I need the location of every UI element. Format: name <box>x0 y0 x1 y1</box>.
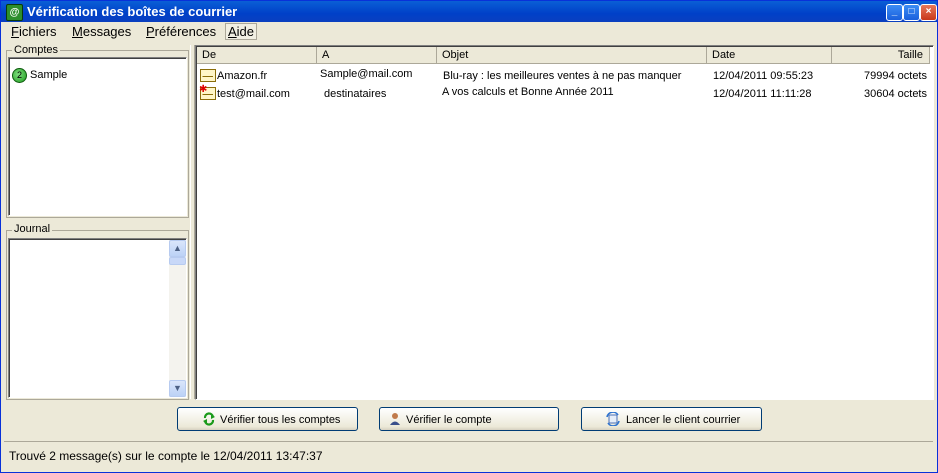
message-size: 30604 octets <box>864 88 927 100</box>
account-name: Sample <box>30 69 68 81</box>
launch-mail-client-button[interactable]: Lancer le client courrier <box>581 407 762 431</box>
column-header-to[interactable]: A <box>317 47 437 64</box>
menu-fichiers[interactable]: Fichiers <box>9 24 59 39</box>
menu-bar: Fichiers Messages Préférences Aide <box>1 22 937 42</box>
message-to: destinataires <box>324 88 387 100</box>
status-text: Trouvé 2 message(s) sur le compte le 12/… <box>9 449 323 463</box>
account-status-icon: 2 <box>12 68 27 83</box>
message-row[interactable]: Amazon.fr Sample@mail.com Blu-ray : les … <box>196 68 931 85</box>
status-bar: Trouvé 2 message(s) sur le compte le 12/… <box>4 441 933 470</box>
menu-messages[interactable]: Messages <box>70 24 133 39</box>
envelope-icon <box>200 69 216 82</box>
minimize-button[interactable]: _ <box>886 4 903 21</box>
column-header-subject[interactable]: Objet <box>437 47 707 64</box>
main-window: @ Vérification des boîtes de courrier _ … <box>0 0 938 473</box>
scroll-thumb[interactable] <box>169 257 186 265</box>
message-from: test@mail.com <box>217 88 290 100</box>
maximize-button[interactable]: □ <box>903 4 920 21</box>
check-account-button[interactable]: Vérifier le compte <box>379 407 559 431</box>
column-header-from[interactable]: De <box>197 47 317 64</box>
scroll-up-icon[interactable]: ▲ <box>169 240 186 257</box>
close-button[interactable]: × <box>920 4 937 21</box>
check-account-label: Vérifier le compte <box>406 414 492 426</box>
message-to: Sample@mail.com <box>320 68 413 80</box>
check-all-accounts-button[interactable]: Vérifier tous les comptes <box>177 407 358 431</box>
journal-log[interactable] <box>8 238 187 398</box>
column-header-date[interactable]: Date <box>707 47 832 64</box>
message-row[interactable]: ✱ test@mail.com destinataires A vos calc… <box>196 85 931 103</box>
message-list[interactable]: De A Objet Date Taille Amazon.fr Sample@… <box>195 45 934 400</box>
message-subject: A vos calculs et Bonne Année 2011 <box>442 86 614 98</box>
user-icon <box>390 413 400 425</box>
message-from: Amazon.fr <box>217 70 268 82</box>
message-size: 79994 octets <box>864 70 927 82</box>
accounts-panel-title: Comptes <box>12 44 61 56</box>
message-subject: Blu-ray : les meilleures ventes à ne pas… <box>443 70 682 82</box>
menu-aide[interactable]: Aide <box>225 23 258 40</box>
title-bar[interactable]: @ Vérification des boîtes de courrier _ … <box>1 1 937 22</box>
check-all-accounts-label: Vérifier tous les comptes <box>220 414 341 426</box>
app-icon: @ <box>6 4 23 21</box>
scroll-down-icon[interactable]: ▼ <box>169 380 186 397</box>
message-date: 12/04/2011 11:11:28 <box>713 88 812 100</box>
column-header-size[interactable]: Taille <box>832 47 930 64</box>
message-date: 12/04/2011 09:55:23 <box>713 70 814 82</box>
launch-mail-client-label: Lancer le client courrier <box>626 414 741 426</box>
sync-icon <box>606 412 620 426</box>
menu-preferences[interactable]: Préférences <box>144 24 218 39</box>
journal-scrollbar[interactable]: ▲ ▼ <box>169 240 186 397</box>
window-title: Vérification des boîtes de courrier <box>27 4 238 19</box>
journal-panel-title: Journal <box>12 223 53 235</box>
new-mail-icon: ✱ <box>199 85 216 100</box>
refresh-icon <box>203 412 215 426</box>
